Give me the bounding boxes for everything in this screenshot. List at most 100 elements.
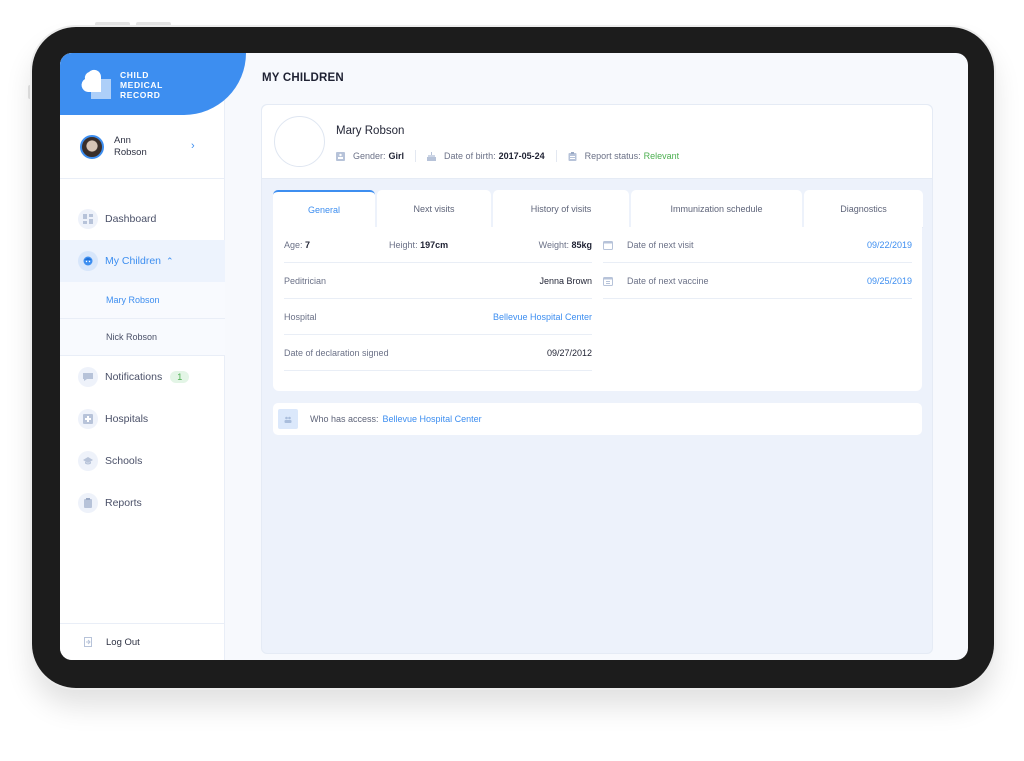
tab-next-visits[interactable]: Next visits — [377, 190, 491, 228]
child-name: Mary Robson — [336, 125, 405, 137]
hospital-plus-icon — [78, 409, 98, 429]
notification-count-badge: 1 — [170, 371, 190, 383]
users-icon — [278, 409, 298, 429]
sidebar-item-label: Schools — [105, 455, 143, 467]
gender-info: Gender: Girl — [336, 151, 404, 161]
pediatrician-value: Jenna Brown — [539, 275, 592, 286]
weight-value: 85kg — [571, 239, 592, 250]
child-photo[interactable] — [274, 116, 325, 167]
gender-value: Girl — [388, 151, 405, 161]
sidebar-nav: Dashboard My Children ⌃ Mary Robson Nick… — [60, 198, 225, 524]
sidebar-item-dashboard[interactable]: Dashboard — [60, 198, 225, 240]
declaration-row: Date of declaration signed 09/27/2012 — [284, 335, 592, 371]
avatar — [80, 135, 104, 159]
pediatrician-row: Peditrician Jenna Brown — [284, 263, 592, 299]
id-card-icon — [336, 151, 345, 161]
tab-history-of-visits[interactable]: History of visits — [493, 190, 629, 228]
report-status-value: Relevant — [643, 151, 680, 161]
age-field: Age: 7 — [284, 240, 310, 250]
calendar-icon — [603, 240, 613, 250]
calendar-event-icon — [603, 276, 613, 286]
user-last-name: Robson — [114, 147, 147, 158]
access-label: Who has access: — [310, 414, 379, 424]
clipboard-icon — [78, 493, 98, 513]
hospital-row: Hospital Bellevue Hospital Center — [284, 299, 592, 335]
access-link[interactable]: Bellevue Hospital Center — [383, 414, 482, 424]
dob-label: Date of birth: — [444, 151, 496, 161]
heart-cross-logo-icon — [81, 69, 111, 99]
age-value: 7 — [305, 239, 311, 250]
logout-icon — [84, 637, 92, 647]
sidebar-item-label: Notifications — [105, 371, 163, 383]
sidebar-item-hospitals[interactable]: Hospitals — [60, 398, 225, 440]
user-profile[interactable]: Ann Robson › — [60, 115, 225, 179]
weight-label: Weight: — [538, 239, 569, 250]
app-logo[interactable]: CHILD MEDICAL RECORD — [60, 53, 246, 115]
pediatrician-label: Peditrician — [284, 275, 327, 286]
user-name: Ann Robson — [114, 135, 174, 159]
user-first-name: Ann — [114, 135, 131, 146]
hospital-label: Hospital — [284, 311, 317, 322]
tab-label: History of visits — [530, 203, 592, 214]
height-field: Height: 197cm — [389, 240, 448, 250]
sidebar-item-label: Hospitals — [105, 413, 149, 425]
sidebar-item-reports[interactable]: Reports — [60, 482, 225, 524]
logo-line: RECORD — [120, 90, 161, 100]
sidebar-subitem-label: Mary Robson — [106, 295, 160, 305]
declaration-label: Date of declaration signed — [284, 347, 389, 358]
tab-label: Diagnostics — [840, 203, 887, 214]
record-tabs: General Next visits History of visits Im… — [273, 190, 925, 228]
tab-general[interactable]: General — [273, 190, 375, 228]
child-profile-header: Mary Robson Gender: Girl Date of birth: … — [262, 105, 932, 179]
vitals-row: Age: 7 Height: 197cm Weight: 85kg — [284, 227, 592, 263]
logout-button[interactable]: Log Out — [60, 623, 225, 660]
birthday-cake-icon — [427, 151, 437, 161]
app-screen: CHILD MEDICAL RECORD Ann Robson › Dashbo… — [60, 53, 968, 660]
dob-value: 2017-05-24 — [498, 151, 545, 161]
page-title: MY CHILDREN — [262, 72, 344, 84]
tab-label: General — [307, 205, 341, 215]
child-meta: Gender: Girl Date of birth: 2017-05-24 R… — [336, 150, 679, 162]
chevron-right-icon[interactable]: › — [191, 140, 195, 152]
next-visit-row: Date of next visit 09/22/2019 — [603, 227, 912, 263]
next-vaccine-value[interactable]: 09/25/2019 — [867, 276, 912, 286]
dashboard-icon — [78, 209, 98, 229]
sidebar-item-schools[interactable]: Schools — [60, 440, 225, 482]
dob-info: Date of birth: 2017-05-24 — [427, 151, 545, 161]
sidebar-item-label: My Children — [105, 255, 162, 267]
sidebar-item-label: Dashboard — [105, 213, 157, 225]
access-bar: Who has access: Bellevue Hospital Center — [273, 403, 922, 435]
weight-field: Weight: 85kg — [539, 240, 592, 250]
sidebar-subitem-nick-robson[interactable]: Nick Robson — [60, 319, 225, 356]
next-vaccine-row: Date of next vaccine 09/25/2019 — [603, 263, 912, 299]
chevron-up-icon[interactable]: ⌃ — [166, 256, 174, 267]
next-visit-label: Date of next visit — [627, 239, 694, 250]
sidebar-item-label: Reports — [105, 497, 142, 509]
logo-line: MEDICAL — [120, 80, 163, 90]
divider — [555, 150, 557, 162]
graduation-cap-icon — [78, 451, 98, 471]
sidebar-item-my-children[interactable]: My Children ⌃ — [60, 240, 225, 282]
tab-label: Next visits — [413, 203, 455, 214]
tab-diagnostics[interactable]: Diagnostics — [804, 190, 923, 228]
height-label: Height: — [389, 239, 418, 250]
report-status-info: Report status: Relevant — [568, 151, 680, 161]
next-visit-value[interactable]: 09/22/2019 — [867, 240, 912, 250]
tab-immunization-schedule[interactable]: Immunization schedule — [631, 190, 802, 228]
child-record-panel: Mary Robson Gender: Girl Date of birth: … — [261, 104, 933, 654]
gender-label: Gender: — [353, 151, 386, 161]
tab-label: Immunization schedule — [670, 203, 763, 214]
next-vaccine-label: Date of next vaccine — [627, 275, 709, 286]
logout-label: Log Out — [106, 636, 140, 648]
logo-text: CHILD MEDICAL RECORD — [120, 70, 163, 100]
hospital-link[interactable]: Bellevue Hospital Center — [493, 312, 592, 322]
chat-icon — [78, 367, 98, 387]
sidebar-subitem-mary-robson[interactable]: Mary Robson — [60, 282, 225, 319]
age-label: Age: — [284, 239, 303, 250]
sidebar-subitem-label: Nick Robson — [106, 332, 158, 342]
height-value: 197cm — [420, 239, 449, 250]
sidebar: CHILD MEDICAL RECORD Ann Robson › Dashbo… — [60, 53, 246, 660]
sidebar-item-notifications[interactable]: Notifications 1 — [60, 356, 225, 398]
report-status-label: Report status: — [584, 151, 641, 161]
logo-line: CHILD — [120, 70, 149, 80]
